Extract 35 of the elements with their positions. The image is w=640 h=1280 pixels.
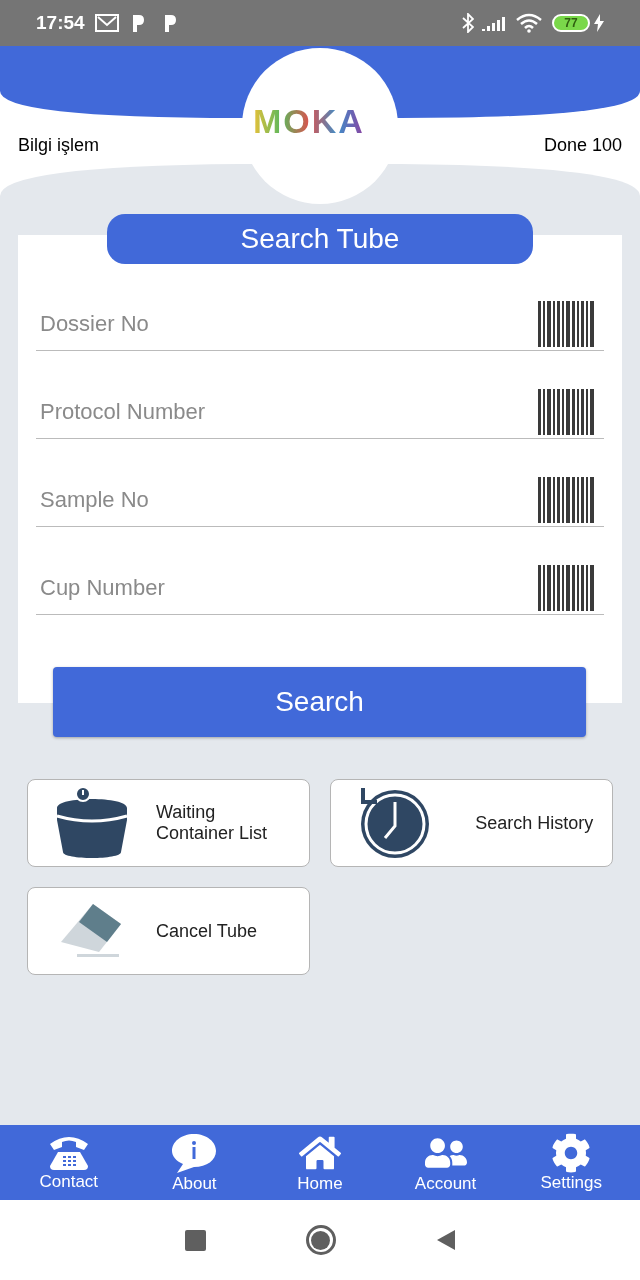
input-field[interactable]: Sample No — [40, 483, 538, 516]
barcode-icon[interactable] — [538, 388, 596, 435]
back-icon[interactable] — [435, 1229, 456, 1251]
recents-icon[interactable] — [184, 1229, 206, 1251]
charging-icon — [594, 14, 604, 32]
nav-tab[interactable]: Settings — [516, 1132, 627, 1193]
nav-tab[interactable]: Account — [390, 1131, 501, 1194]
title-banner: Search Tube — [107, 214, 533, 264]
bluetooth-icon — [462, 13, 474, 33]
user-name: Bilgi işlem — [18, 134, 100, 157]
menu-tile[interactable]: Search History — [330, 779, 613, 867]
barcode-icon[interactable] — [538, 476, 596, 523]
mail-icon — [94, 14, 119, 32]
home-button-icon[interactable] — [305, 1225, 336, 1255]
clock-time: 17:54 — [36, 10, 85, 35]
parking-icon — [130, 14, 145, 32]
wifi-icon — [516, 13, 542, 33]
menu-tile[interactable]: Waiting Container List — [27, 779, 310, 867]
barcode-icon[interactable] — [538, 564, 596, 611]
bucket-icon — [55, 786, 129, 860]
input-field[interactable]: Cup Number — [40, 571, 538, 604]
parking-icon — [162, 14, 177, 32]
info-icon — [171, 1131, 218, 1174]
input-field[interactable]: Dossier No — [40, 307, 538, 340]
settings-icon — [551, 1132, 592, 1173]
nav-tab[interactable]: Contact — [13, 1133, 124, 1192]
done-count: Done 100 — [543, 134, 622, 157]
nav-tab[interactable]: About — [139, 1131, 250, 1194]
signal-icon — [482, 15, 506, 31]
menu-tile[interactable]: Cancel Tube — [27, 887, 310, 975]
nav-tab[interactable]: Home — [265, 1131, 375, 1194]
barcode-icon[interactable] — [538, 300, 596, 347]
battery-indicator: 77 — [552, 14, 590, 32]
search-button[interactable]: Search — [53, 667, 586, 737]
input-field[interactable]: Protocol Number — [40, 395, 538, 428]
